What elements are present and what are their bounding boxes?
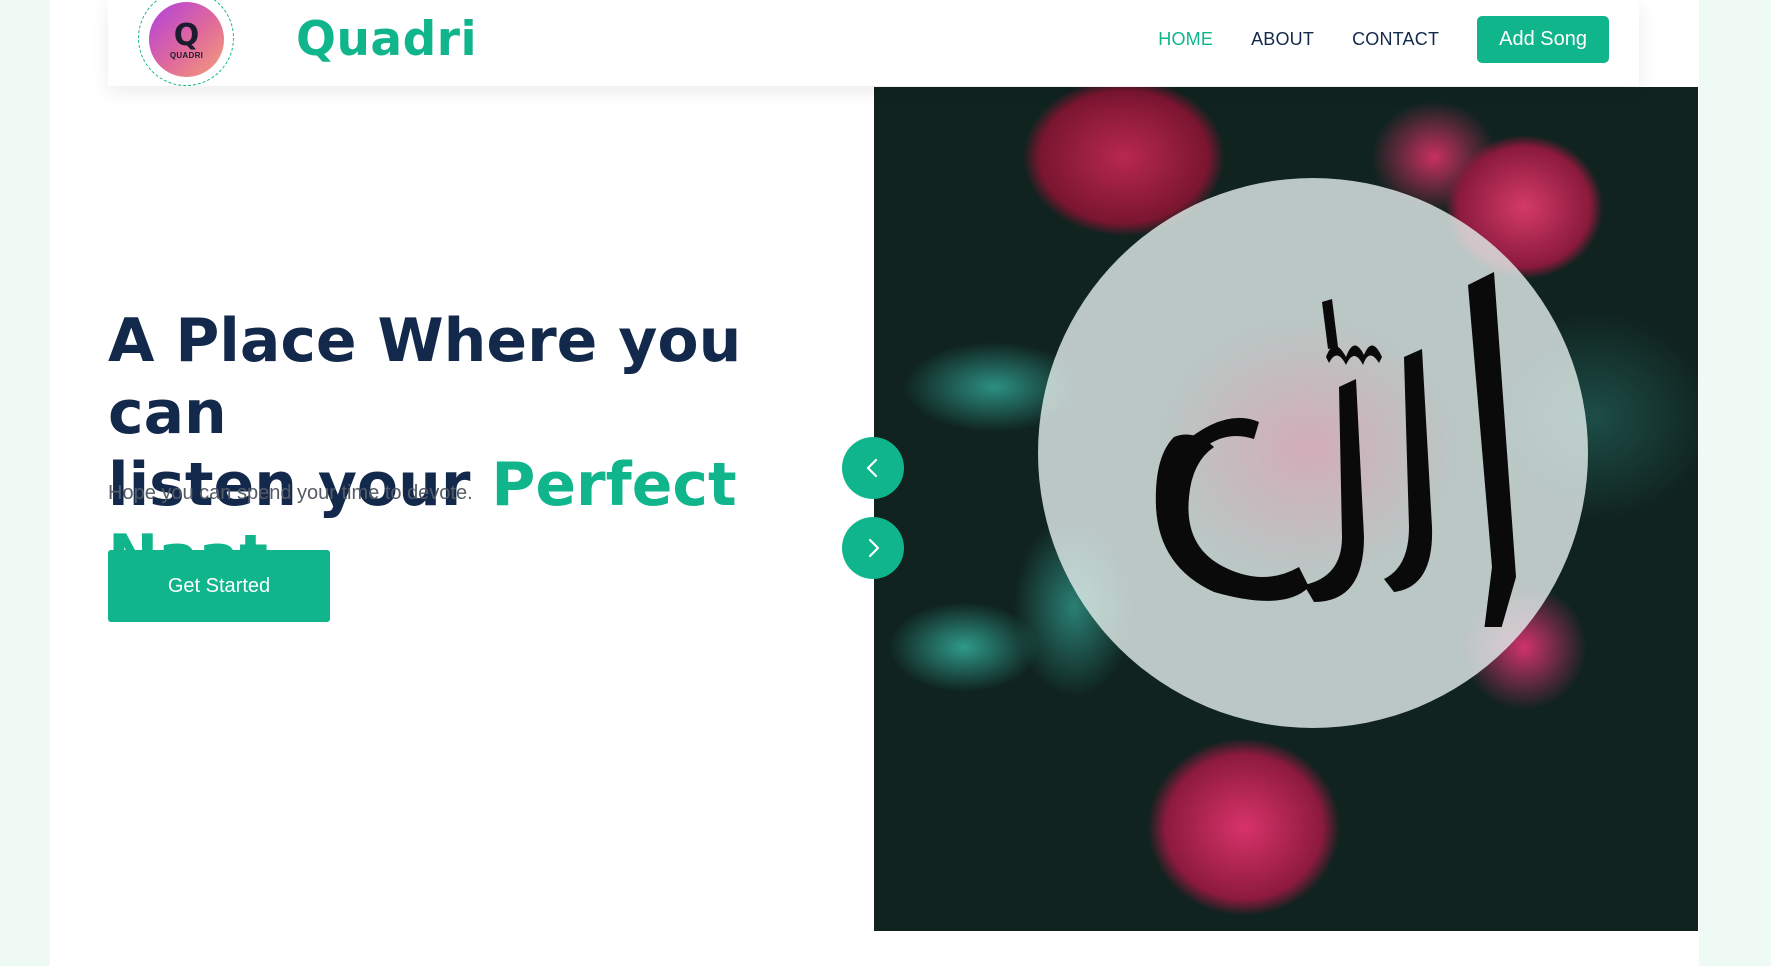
nav-home[interactable]: HOME: [1158, 29, 1213, 50]
get-started-button[interactable]: Get Started: [108, 550, 330, 622]
nav-about[interactable]: ABOUT: [1251, 29, 1314, 50]
logo-q-icon: Q: [173, 18, 200, 53]
nav-contact[interactable]: CONTACT: [1352, 29, 1439, 50]
site-header: Q QUADRI Quadri HOME ABOUT CONTACT Add S…: [108, 0, 1639, 86]
chevron-right-icon: [868, 538, 880, 558]
add-song-button[interactable]: Add Song: [1477, 16, 1609, 63]
calligraphy-image: [1155, 272, 1516, 627]
logo[interactable]: Q QUADRI: [149, 2, 224, 77]
brand-name[interactable]: Quadri: [296, 12, 477, 67]
hero-title-line1: A Place Where you can: [108, 306, 742, 448]
logo-text: QUADRI: [169, 51, 204, 60]
slider-next-button[interactable]: [842, 517, 904, 579]
hero-subtitle: Hope you can spend your time to devote.: [108, 482, 473, 504]
slider-prev-button[interactable]: [842, 437, 904, 499]
chevron-left-icon: [866, 458, 878, 478]
main-nav: HOME ABOUT CONTACT Add Song: [1158, 16, 1609, 63]
hero-slider-image: [874, 87, 1698, 931]
